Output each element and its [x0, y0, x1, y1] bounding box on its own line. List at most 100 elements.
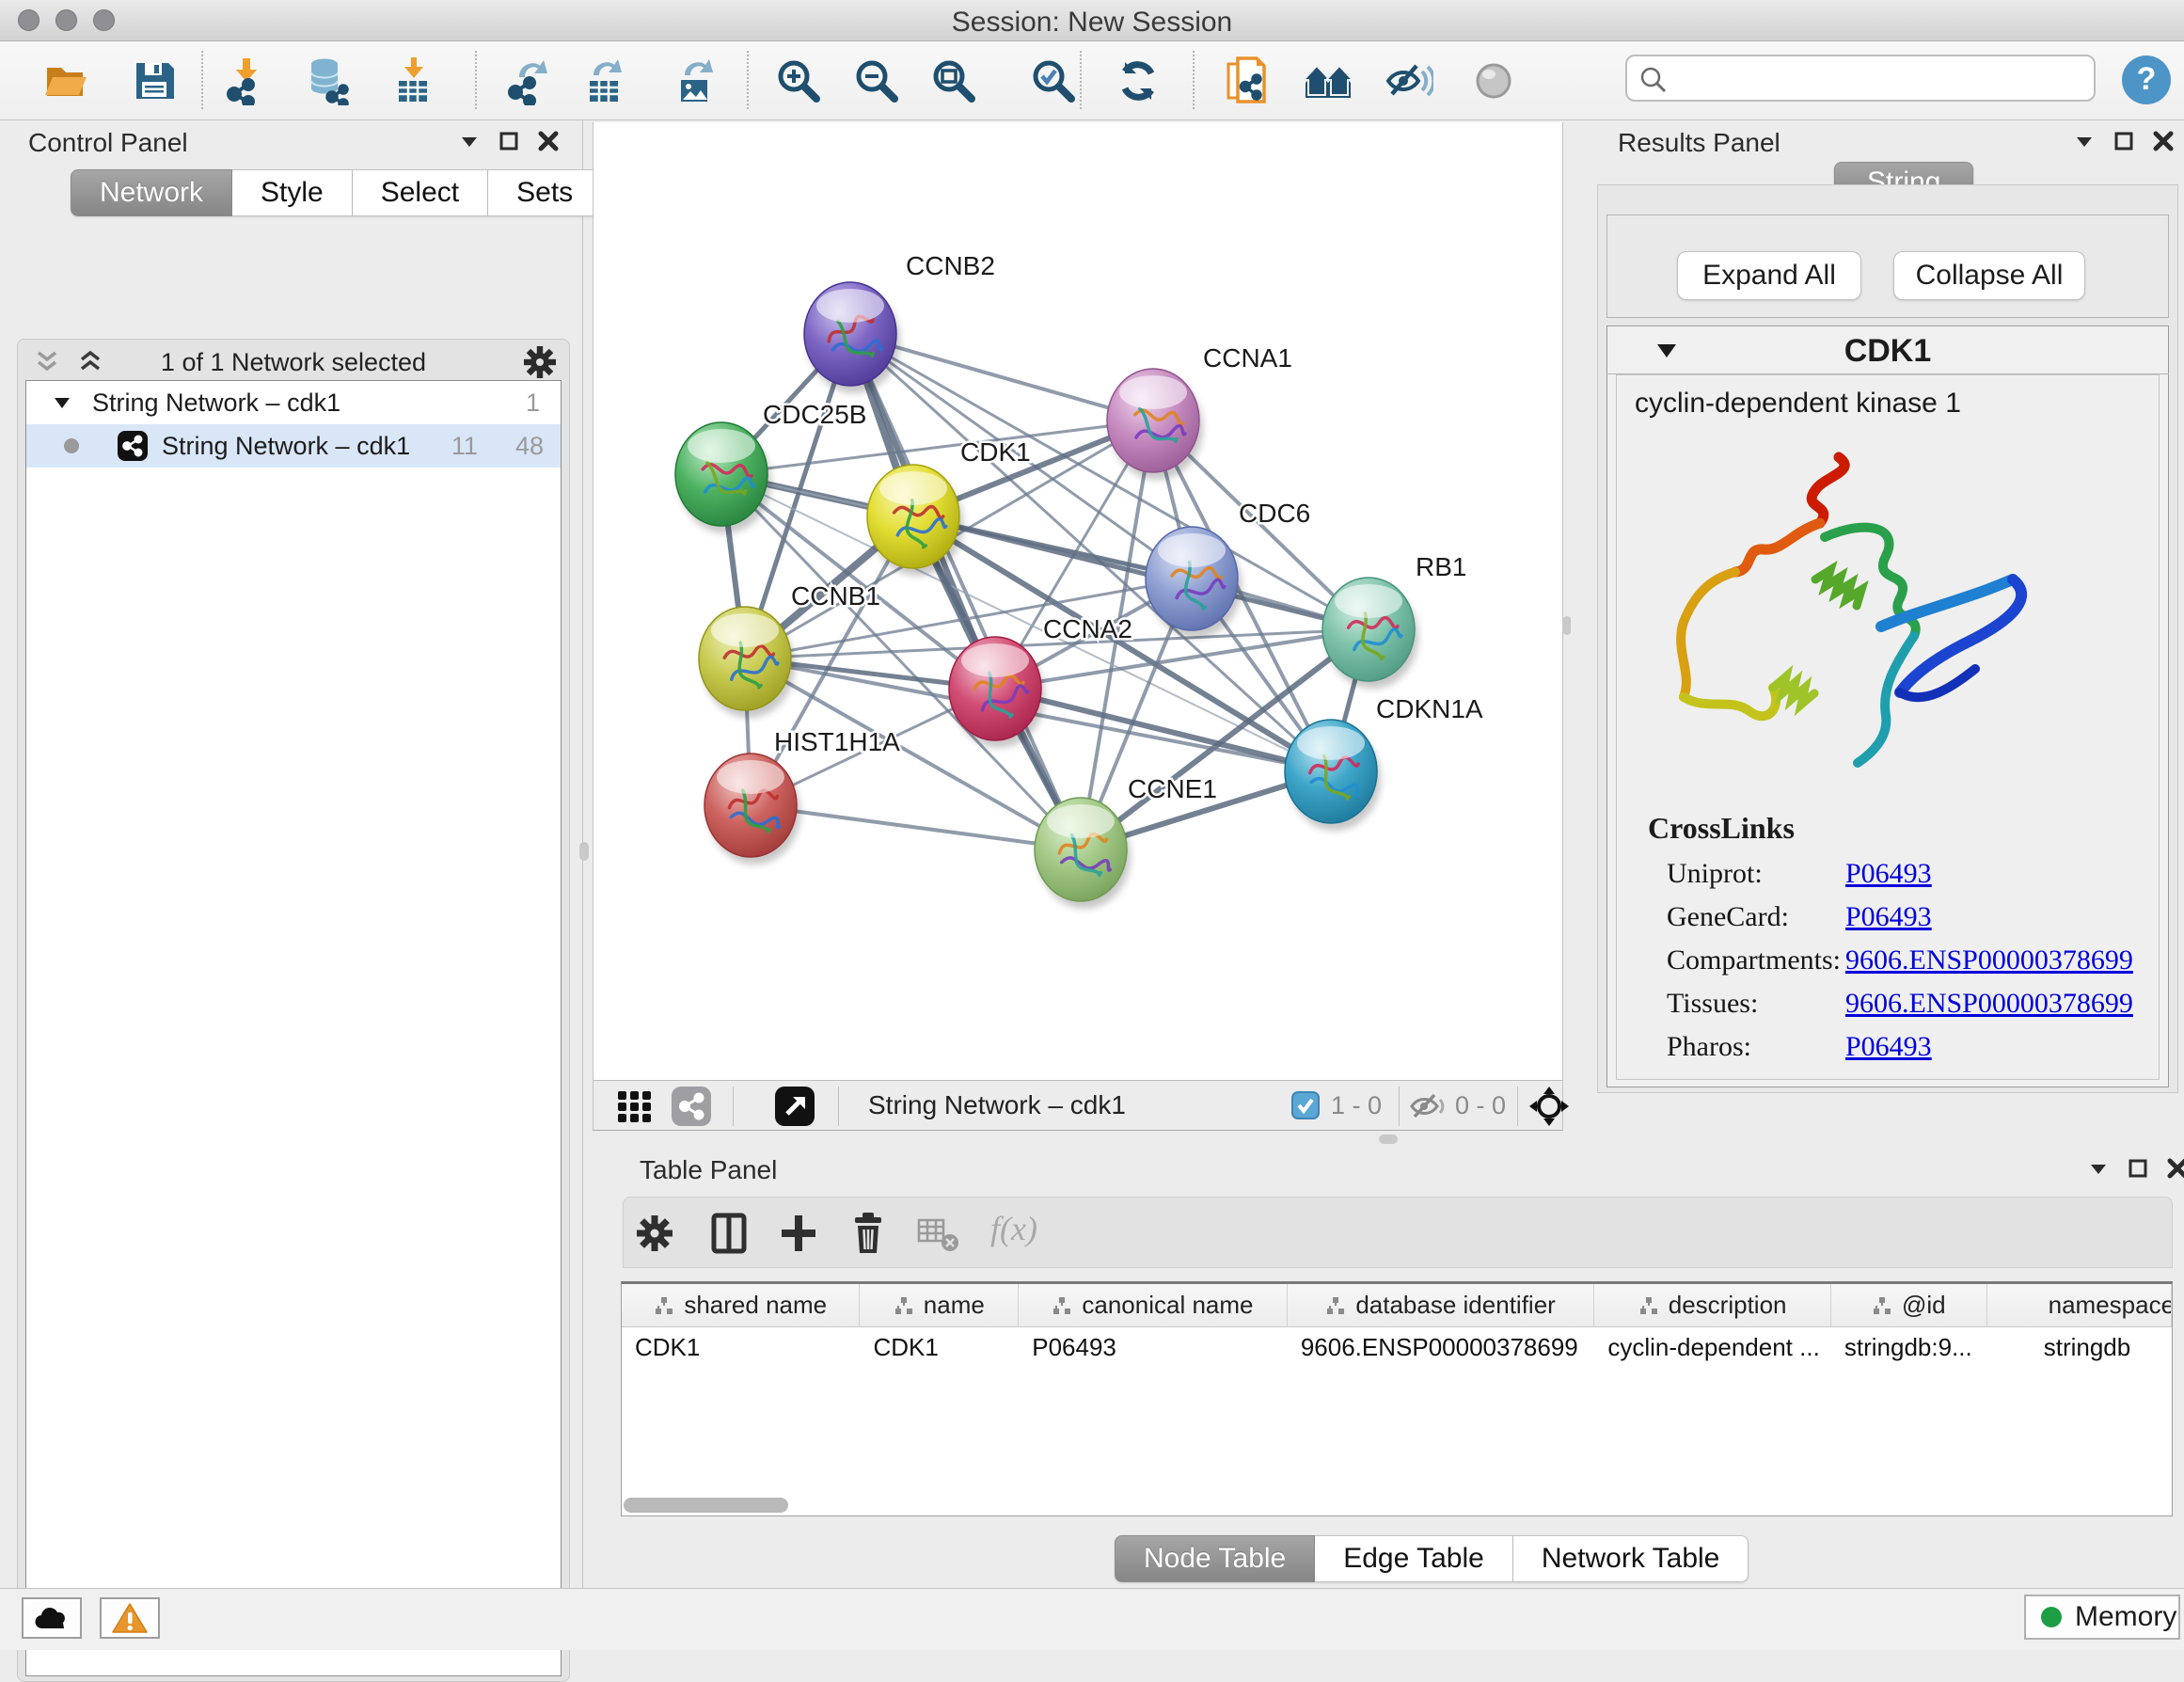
export-image-icon[interactable]: [672, 56, 720, 105]
network-view-share-icon[interactable]: [671, 1086, 712, 1127]
zoom-fit-icon[interactable]: [929, 56, 978, 105]
crosslink-label: Compartments:: [1667, 944, 1841, 976]
warnings-button[interactable]: [100, 1597, 160, 1639]
graph-edge[interactable]: [913, 516, 1369, 629]
memory-button[interactable]: Memory: [2024, 1595, 2180, 1640]
graph-node-label: CDKN1A: [1376, 694, 1483, 723]
panel-menu-icon[interactable]: [2087, 1157, 2110, 1180]
zoom-selected-icon[interactable]: [1029, 56, 1078, 105]
network-row[interactable]: String Network – cdk1 11 48: [26, 424, 561, 468]
protein-detail-header[interactable]: CDK1: [1606, 325, 2169, 374]
network-canvas[interactable]: CCNB2CCNA1CDC25BCDK1CDC6RB1CCNB1CCNA2CDK…: [593, 122, 1563, 1080]
share-document-icon[interactable]: [1223, 56, 1272, 105]
graph-node-CDC6[interactable]: CDC6: [1146, 499, 1310, 638]
cell-database-identifier[interactable]: 9606.ENSP00000378699: [1288, 1327, 1594, 1367]
tab-network[interactable]: Network: [71, 169, 232, 216]
cell-canonical-name[interactable]: P06493: [1019, 1327, 1288, 1367]
table-toolbar: f(x): [623, 1197, 2173, 1268]
show-columns-icon[interactable]: [708, 1212, 750, 1255]
crosslink-pharos-link[interactable]: P06493: [1845, 1031, 1932, 1063]
table-options-gear-icon[interactable]: [635, 1214, 674, 1253]
tab-edge-table[interactable]: Edge Table: [1315, 1535, 1513, 1582]
cloud-status-button[interactable]: [22, 1597, 82, 1639]
cell-description[interactable]: cyclin-dependent ...: [1594, 1327, 1831, 1367]
import-database-icon[interactable]: [304, 56, 353, 105]
graph-node-CCNB2[interactable]: CCNB2: [804, 251, 995, 393]
panel-close-icon[interactable]: [537, 130, 560, 152]
netbar-separator: [1399, 1087, 1400, 1126]
help-button[interactable]: ?: [2122, 56, 2171, 104]
column-header[interactable]: namespace: [1987, 1284, 2172, 1326]
panel-menu-icon[interactable]: [2073, 130, 2096, 152]
column-header[interactable]: description: [1594, 1284, 1831, 1326]
hide-glass-effect-icon[interactable]: [1385, 56, 1433, 105]
refresh-icon[interactable]: [1114, 56, 1163, 105]
cell-namespace[interactable]: stringdb: [1987, 1327, 2172, 1367]
birds-eye-crosshair-icon[interactable]: [1528, 1086, 1570, 1127]
panel-close-icon[interactable]: [2166, 1157, 2184, 1180]
tab-style[interactable]: Style: [232, 169, 353, 216]
tab-network-table[interactable]: Network Table: [1513, 1535, 1749, 1582]
table-row[interactable]: CDK1 CDK1 P06493 9606.ENSP00000378699 cy…: [622, 1327, 2172, 1367]
crosslink-genecard-link[interactable]: P06493: [1845, 901, 1932, 933]
hidden-elements-icon[interactable]: [1410, 1090, 1448, 1122]
tab-node-table[interactable]: Node Table: [1115, 1535, 1315, 1582]
collapse-all-button[interactable]: Collapse All: [1893, 251, 2085, 300]
bottom-splitter-handle[interactable]: [1379, 1135, 1398, 1144]
tab-sets[interactable]: Sets: [488, 169, 602, 216]
panel-close-icon[interactable]: [2152, 130, 2175, 152]
graph-node-CDKN1A[interactable]: CDKN1A: [1285, 694, 1483, 831]
zoom-out-icon[interactable]: [852, 56, 901, 105]
create-column-icon[interactable]: [778, 1212, 819, 1255]
cell-name[interactable]: CDK1: [860, 1327, 1019, 1367]
graph-node-RB1[interactable]: RB1: [1322, 552, 1466, 689]
graph-node-label: CCNE1: [1128, 774, 1217, 803]
panel-float-icon[interactable]: [498, 130, 520, 152]
panel-float-icon[interactable]: [2127, 1157, 2149, 1180]
panel-float-icon[interactable]: [2113, 130, 2135, 152]
network-edge-count: 48: [515, 432, 544, 461]
expand-all-button[interactable]: Expand All: [1677, 251, 1861, 300]
home-networks-icon[interactable]: [1304, 56, 1353, 105]
cell-shared-name[interactable]: CDK1: [622, 1327, 860, 1367]
column-header[interactable]: shared name: [622, 1284, 860, 1326]
left-splitter-handle[interactable]: [579, 842, 589, 861]
graph-node-label: HIST1H1A: [774, 727, 900, 756]
collection-expander-icon[interactable]: [53, 393, 71, 412]
network-options-gear-icon[interactable]: [522, 344, 558, 380]
graph-node-CCNA1[interactable]: CCNA1: [1107, 343, 1292, 480]
delete-table-icon: [917, 1218, 960, 1252]
collection-count: 1: [526, 389, 540, 418]
network-collection-row[interactable]: String Network – cdk1 1: [26, 381, 561, 424]
open-session-icon[interactable]: [42, 56, 91, 105]
grid-view-icon[interactable]: [614, 1086, 656, 1127]
cell-id[interactable]: stringdb:9...: [1831, 1327, 1987, 1367]
graph-edge[interactable]: [850, 334, 1081, 849]
selected-checkbox-icon[interactable]: [1291, 1091, 1320, 1119]
tab-select[interactable]: Select: [353, 169, 488, 216]
import-network-icon[interactable]: [223, 56, 272, 105]
delete-column-icon[interactable]: [847, 1211, 889, 1256]
crosslink-compartments-link[interactable]: 9606.ENSP00000378699: [1845, 944, 2133, 976]
column-header[interactable]: name: [860, 1284, 1019, 1326]
search-field[interactable]: [1625, 55, 2096, 102]
attribute-type-icon: [1638, 1295, 1659, 1316]
panel-menu-icon[interactable]: [458, 130, 481, 152]
zoom-in-icon[interactable]: [774, 56, 823, 105]
crosslink-label: Uniprot:: [1667, 858, 1763, 890]
show-glass-effect-icon[interactable]: [1469, 56, 1518, 105]
import-table-icon[interactable]: [389, 56, 438, 105]
column-header[interactable]: canonical name: [1019, 1284, 1288, 1326]
table-horizontal-scrollbar[interactable]: [624, 1498, 788, 1513]
graph-node-CCNE1[interactable]: CCNE1: [1035, 774, 1217, 909]
detach-view-icon[interactable]: [774, 1086, 815, 1127]
column-header[interactable]: @id: [1831, 1284, 1987, 1326]
graph-node-HIST1H1A[interactable]: HIST1H1A: [704, 727, 900, 865]
crosslink-uniprot-link[interactable]: P06493: [1845, 858, 1932, 890]
column-header[interactable]: database identifier: [1288, 1284, 1595, 1326]
save-session-icon[interactable]: [130, 56, 179, 105]
export-table-icon[interactable]: [580, 56, 629, 105]
crosslink-tissues-link[interactable]: 9606.ENSP00000378699: [1845, 988, 2133, 1020]
export-network-icon[interactable]: [502, 56, 551, 105]
graph-node-CCNB1[interactable]: CCNB1: [699, 581, 880, 718]
